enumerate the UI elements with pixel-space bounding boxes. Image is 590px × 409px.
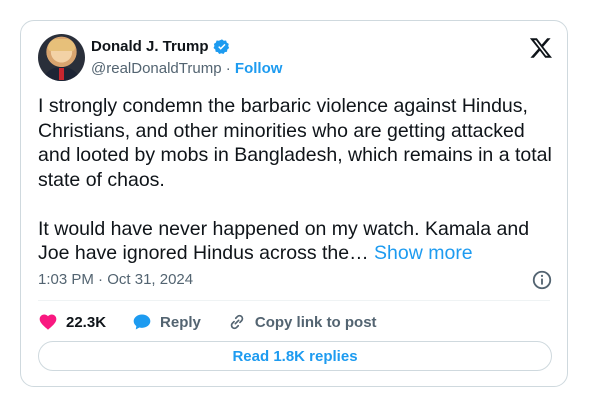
reply-bubble-icon (133, 314, 151, 330)
tweet-time: 1:03 PM (38, 271, 94, 288)
reply-label: Reply (160, 313, 201, 331)
separator-dot: · (225, 60, 231, 77)
follow-button[interactable]: Follow (235, 60, 283, 77)
copy-link-label: Copy link to post (254, 313, 377, 331)
like-count: 22.3K (66, 313, 107, 331)
heart-icon (39, 314, 57, 330)
tweet-date: Oct 31, 2024 (107, 271, 194, 288)
tweet-text: I strongly condemn the barbaric violence… (38, 94, 558, 266)
tweet-card: Donald J. Trump @realDonaldTrump · Follo… (20, 20, 568, 387)
reply-button[interactable]: Reply (132, 312, 201, 332)
info-icon[interactable] (531, 269, 553, 291)
x-logo-icon[interactable] (529, 36, 553, 60)
divider (38, 300, 550, 301)
like-button[interactable]: 22.3K (38, 312, 106, 332)
verified-badge-icon (213, 39, 229, 55)
action-bar: 22.3K Reply Copy link to post (38, 311, 403, 333)
handle-row: @realDonaldTrump · Follow (91, 60, 282, 78)
copy-link-button[interactable]: Copy link to post (227, 312, 377, 332)
avatar[interactable] (38, 34, 85, 81)
author-handle[interactable]: @realDonaldTrump (91, 60, 222, 77)
author-name-row[interactable]: Donald J. Trump (91, 38, 231, 56)
tweet-timestamp[interactable]: 1:03 PM · Oct 31, 2024 (38, 271, 193, 289)
link-icon (230, 314, 244, 330)
read-replies-button[interactable]: Read 1.8K replies (38, 341, 552, 371)
tweet-body: I strongly condemn the barbaric violence… (38, 95, 552, 264)
author-name[interactable]: Donald J. Trump (91, 38, 209, 56)
show-more-link[interactable]: Show more (374, 242, 473, 264)
date-separator: · (98, 271, 104, 288)
